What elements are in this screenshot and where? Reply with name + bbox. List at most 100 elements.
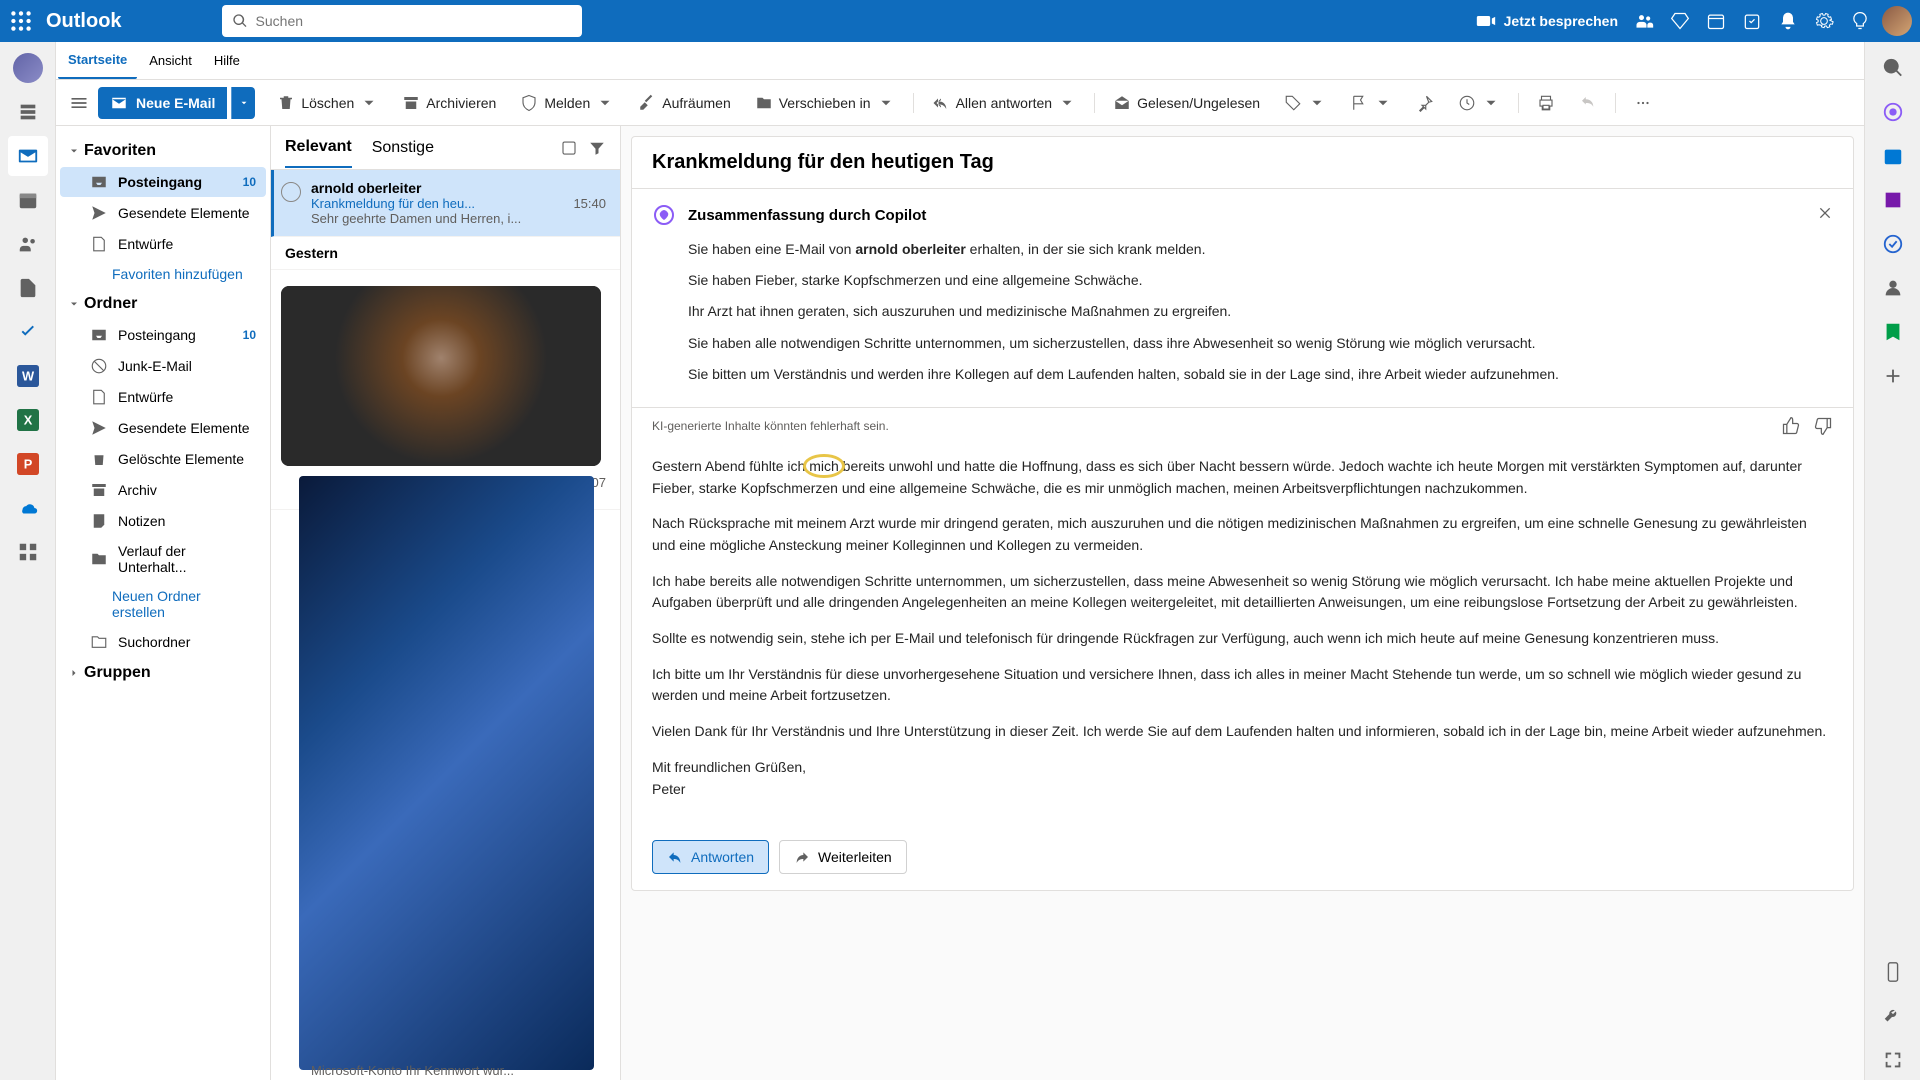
- my-day-icon[interactable]: [1734, 3, 1770, 39]
- rr-notes[interactable]: [1873, 180, 1913, 220]
- rail-home[interactable]: [8, 48, 48, 88]
- ribbon-view[interactable]: Ansicht: [139, 43, 202, 79]
- rr-tool[interactable]: [1873, 996, 1913, 1036]
- folder-inbox[interactable]: Posteingang10: [60, 167, 266, 197]
- note-icon: [90, 512, 108, 530]
- flag-button[interactable]: [1340, 87, 1402, 119]
- move-button[interactable]: Verschieben in: [745, 87, 905, 119]
- rail-feed[interactable]: [8, 92, 48, 132]
- mail-icon: [110, 94, 128, 112]
- rail-word[interactable]: W: [8, 356, 48, 396]
- new-mail-button[interactable]: Neue E-Mail: [98, 87, 227, 119]
- search-box[interactable]: [222, 5, 582, 37]
- rr-phone[interactable]: [1873, 952, 1913, 992]
- settings-icon[interactable]: [1806, 3, 1842, 39]
- rr-copilot[interactable]: [1873, 92, 1913, 132]
- rr-calendar[interactable]: [1873, 136, 1913, 176]
- rail-calendar[interactable]: [8, 180, 48, 220]
- search-input[interactable]: [256, 13, 572, 29]
- diamond-icon[interactable]: [1662, 3, 1698, 39]
- rail-excel[interactable]: X: [8, 400, 48, 440]
- folder-sent-2[interactable]: Gesendete Elemente: [60, 413, 266, 443]
- rr-add[interactable]: [1873, 356, 1913, 396]
- ribbon-home[interactable]: Startseite: [58, 43, 137, 79]
- folder-pane: Favoriten Posteingang10 Gesendete Elemen…: [56, 126, 271, 1080]
- thumbs-up-icon[interactable]: [1781, 416, 1801, 436]
- meet-now-button[interactable]: Jetzt besprechen: [1476, 11, 1618, 31]
- read-unread-button[interactable]: Gelesen/Ungelesen: [1103, 87, 1270, 119]
- rr-search[interactable]: [1873, 48, 1913, 88]
- folder-inbox-2[interactable]: Posteingang10: [60, 320, 266, 350]
- more-button[interactable]: [1624, 87, 1662, 119]
- groups-section[interactable]: Gruppen: [56, 658, 270, 688]
- folder-junk[interactable]: Junk-E-Mail: [60, 351, 266, 381]
- rail-mail[interactable]: [8, 136, 48, 176]
- folder-archive[interactable]: Archiv: [60, 475, 266, 505]
- rail-powerpoint[interactable]: P: [8, 444, 48, 484]
- brand-name: Outlook: [46, 10, 122, 33]
- chevron-down-icon: [596, 94, 614, 112]
- rail-todo[interactable]: [8, 312, 48, 352]
- notifications-icon[interactable]: [1770, 3, 1806, 39]
- sweep-button[interactable]: Aufräumen: [628, 87, 740, 119]
- forward-button[interactable]: Weiterleiten: [779, 840, 907, 874]
- folder-deleted[interactable]: Gelöschte Elemente: [60, 444, 266, 474]
- ribbon-help[interactable]: Hilfe: [204, 43, 250, 79]
- archive-button[interactable]: Archivieren: [392, 87, 506, 119]
- rail-onedrive[interactable]: [8, 488, 48, 528]
- more-icon: [1634, 94, 1652, 112]
- send-icon: [90, 419, 108, 437]
- rail-more-apps[interactable]: [8, 532, 48, 572]
- folder-sent[interactable]: Gesendete Elemente: [60, 198, 266, 228]
- new-folder[interactable]: Neuen Ordner erstellen: [60, 582, 266, 626]
- folder-notes[interactable]: Notizen: [60, 506, 266, 536]
- folder-move-icon: [755, 94, 773, 112]
- folder-drafts[interactable]: Entwürfe: [60, 229, 266, 259]
- hamburger-icon[interactable]: [64, 88, 94, 118]
- close-button[interactable]: [1811, 199, 1839, 227]
- app-launcher[interactable]: [8, 8, 34, 34]
- favorites-section[interactable]: Favoriten: [56, 136, 270, 166]
- message-time: 15:40: [573, 196, 606, 211]
- delete-button[interactable]: Löschen: [267, 87, 388, 119]
- rail-files[interactable]: [8, 268, 48, 308]
- copilot-title: Zusammenfassung durch Copilot: [688, 207, 926, 224]
- chevron-down-icon: [239, 98, 249, 108]
- pin-button[interactable]: [1406, 87, 1444, 119]
- rr-contacts[interactable]: [1873, 268, 1913, 308]
- broom-icon: [638, 94, 656, 112]
- report-button[interactable]: Melden: [510, 87, 624, 119]
- calendar-day-icon[interactable]: [1698, 3, 1734, 39]
- filter-icon[interactable]: [588, 139, 606, 157]
- rail-people[interactable]: [8, 224, 48, 264]
- folder-drafts-2[interactable]: Entwürfe: [60, 382, 266, 412]
- user-avatar[interactable]: [1882, 6, 1912, 36]
- video-icon: [1476, 11, 1496, 31]
- tips-icon[interactable]: [1842, 3, 1878, 39]
- tag-button[interactable]: [1274, 87, 1336, 119]
- rr-bookings[interactable]: [1873, 312, 1913, 352]
- rr-tasks[interactable]: [1873, 224, 1913, 264]
- folder-history[interactable]: Verlauf der Unterhalt...: [60, 537, 266, 581]
- rr-expand[interactable]: [1873, 1040, 1913, 1080]
- teams-icon[interactable]: [1626, 3, 1662, 39]
- print-button[interactable]: [1527, 87, 1565, 119]
- tab-focused[interactable]: Relevant: [285, 128, 352, 168]
- search-icon: [232, 13, 248, 29]
- tab-other[interactable]: Sonstige: [372, 129, 434, 167]
- thumbs-down-icon[interactable]: [1813, 416, 1833, 436]
- undo-button[interactable]: [1569, 87, 1607, 119]
- snooze-button[interactable]: [1448, 87, 1510, 119]
- copilot-summary: Zusammenfassung durch Copilot Sie haben …: [632, 188, 1853, 408]
- chevron-down-icon: [68, 145, 80, 157]
- folders-section[interactable]: Ordner: [56, 289, 270, 319]
- folder-search[interactable]: Suchordner: [60, 627, 266, 657]
- select-icon[interactable]: [560, 139, 578, 157]
- add-favorite[interactable]: Favoriten hinzufügen: [60, 260, 266, 288]
- reply-all-button[interactable]: Allen antworten: [922, 87, 1087, 119]
- checkbox[interactable]: [281, 182, 301, 202]
- reply-button[interactable]: Antworten: [652, 840, 769, 874]
- message-item[interactable]: arnold oberleiter Krankmeldung für den h…: [271, 170, 620, 237]
- new-mail-dropdown[interactable]: [231, 87, 255, 119]
- message-preview: Sehr geehrte Damen und Herren, i...: [311, 211, 606, 226]
